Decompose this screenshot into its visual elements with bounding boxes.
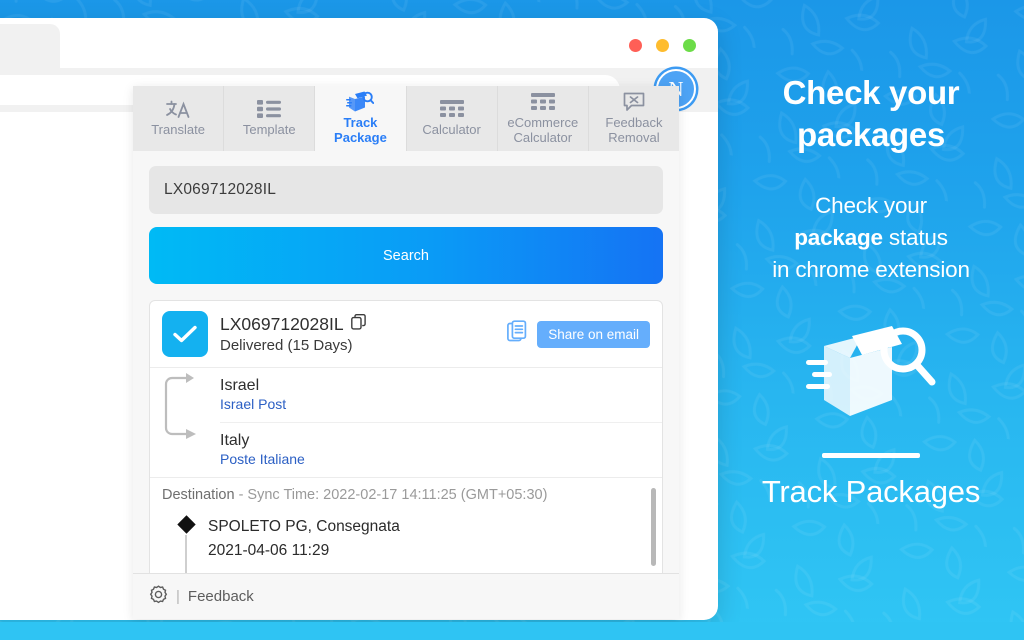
timeline-event: SPOLETO PG, Consegnata 2021-04-06 11:29 — [162, 515, 650, 573]
list-template-icon — [257, 98, 282, 120]
feedback-removal-icon — [623, 91, 645, 113]
translate-icon — [165, 98, 191, 120]
promo-sub-bold: package — [794, 225, 883, 251]
tab-translate-label: Translate — [151, 122, 205, 138]
tab-feedback-removal[interactable]: Feedback Removal — [589, 86, 679, 151]
tab-translate[interactable]: Translate — [133, 86, 225, 151]
tab-track-package[interactable]: Track Package — [315, 86, 407, 151]
package-search-icon — [346, 91, 375, 113]
search-button[interactable]: Search — [149, 227, 663, 284]
carrier-list: Israel Israel Post Italy Poste Italiane — [220, 368, 662, 477]
diamond-icon — [176, 515, 196, 534]
result-status: Delivered (15 Days) — [220, 337, 353, 354]
popup-body: LX069712028IL Search LX069712028IL Deliv… — [133, 151, 679, 573]
calculator-icon — [530, 91, 555, 113]
screenshot-root: Check your packages Check your package s… — [0, 0, 1024, 640]
feedback-link[interactable]: Feedback — [188, 588, 254, 605]
promo-headline: Check your packages — [782, 74, 960, 154]
destination-sync-line: Destination - Sync Time: 2022-02-17 14:1… — [162, 487, 650, 503]
timeline-stem — [185, 535, 187, 573]
route-connector-icon — [150, 368, 220, 477]
tab-template[interactable]: Template — [224, 86, 316, 151]
popup-tabbar: Translate Template Track Package Calcula… — [133, 86, 679, 151]
share-group: Share on email — [507, 319, 650, 349]
result-tracking-row: LX069712028IL — [220, 314, 495, 335]
tab-calculator[interactable]: Calculator — [407, 86, 498, 151]
package-search-icon — [806, 322, 936, 435]
promo-footer-title: Track Packages — [761, 474, 981, 510]
gear-icon[interactable] — [149, 585, 168, 608]
timeline-marker-icon — [176, 515, 196, 573]
promo-divider — [822, 453, 920, 459]
close-dot[interactable] — [629, 39, 642, 52]
promo-subtext: Check your package status in chrome exte… — [772, 190, 970, 286]
timeline-event-datetime: 2021-04-06 11:29 — [208, 541, 330, 559]
carrier-name[interactable]: Israel Post — [220, 396, 662, 412]
browser-tab[interactable] — [0, 24, 60, 68]
bottom-accent-strip — [0, 622, 1024, 640]
promo-sub-line1: Check your — [815, 193, 927, 219]
calculator-icon — [439, 98, 464, 120]
tab-template-label: Template — [242, 122, 296, 138]
carrier-country: Italy — [220, 432, 250, 449]
tab-calculator-label: Calculator — [422, 122, 481, 138]
result-tracking-number: LX069712028IL — [220, 314, 344, 334]
carrier-row[interactable]: Israel Israel Post — [220, 368, 662, 422]
minimize-dot[interactable] — [656, 39, 669, 52]
check-icon — [162, 311, 208, 357]
tab-track-package-label: Track Package — [334, 114, 387, 145]
popup-footer: | Feedback — [133, 573, 679, 619]
result-meta: LX069712028IL Delivered (15 Days) — [220, 314, 495, 354]
timeline-section: Destination - Sync Time: 2022-02-17 14:1… — [150, 477, 662, 573]
sync-time: - Sync Time: 2022-02-17 14:11:25 (GMT+05… — [238, 487, 548, 503]
result-header: LX069712028IL Delivered (15 Days) Share … — [150, 301, 662, 367]
window-controls — [629, 39, 696, 52]
tab-ecommerce-calculator-label: eCommerce Calculator — [507, 114, 579, 145]
extension-popup: Translate Template Track Package Calcula… — [133, 86, 679, 619]
maximize-dot[interactable] — [683, 39, 696, 52]
destination-label: Destination — [162, 487, 235, 503]
carrier-country: Israel — [220, 377, 260, 394]
carrier-row[interactable]: Italy Poste Italiane — [220, 422, 662, 477]
timeline-event-place: SPOLETO PG, Consegnata — [208, 518, 400, 535]
tab-feedback-removal-label: Feedback Removal — [605, 114, 663, 145]
timeline-scrollbar[interactable] — [651, 488, 656, 566]
browser-window: N Translate — [0, 18, 718, 620]
footer-separator: | — [176, 588, 180, 605]
promo-content: Check your packages Check your package s… — [718, 0, 1024, 640]
carrier-section: Israel Israel Post Italy Poste Italiane — [150, 367, 662, 477]
tracking-number-input[interactable]: LX069712028IL — [149, 166, 663, 214]
timeline-event-text: SPOLETO PG, Consegnata 2021-04-06 11:29 — [208, 515, 400, 562]
tracking-result-card: LX069712028IL Delivered (15 Days) Share … — [149, 300, 663, 573]
document-copy-icon[interactable] — [507, 319, 530, 349]
tab-ecommerce-calculator[interactable]: eCommerce Calculator — [498, 86, 589, 151]
copy-icon[interactable] — [350, 314, 366, 335]
browser-tabstrip — [0, 18, 718, 68]
carrier-name[interactable]: Poste Italiane — [220, 451, 662, 467]
promo-sub-line2: in chrome extension — [772, 257, 970, 283]
share-on-email-button[interactable]: Share on email — [537, 320, 650, 348]
promo-sub-tail: status — [882, 225, 948, 251]
